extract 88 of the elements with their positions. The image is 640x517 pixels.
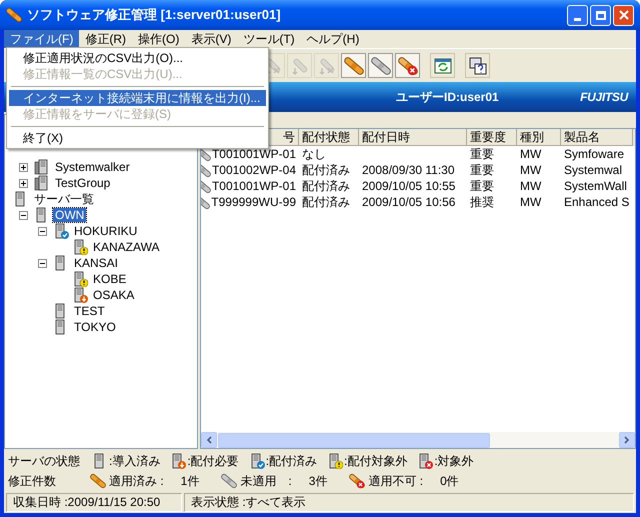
legend-label: :対象外 xyxy=(434,453,474,470)
tree-item[interactable]: OSAKA xyxy=(91,288,136,302)
toolbar-button[interactable] xyxy=(341,53,366,78)
column-header[interactable]: 重要度 xyxy=(467,129,517,146)
patch-count-label: 未適用 : xyxy=(240,473,292,490)
collapse-icon[interactable] xyxy=(38,226,47,236)
table-cell-text: MW xyxy=(520,146,542,163)
table-cell-text: 2009/10/05 10:56 xyxy=(362,194,456,211)
horizontal-scrollbar[interactable] xyxy=(201,432,635,448)
table-cell-text: 重要 xyxy=(470,178,494,195)
collapse-icon[interactable] xyxy=(19,210,28,220)
tree-item[interactable]: TOKYO xyxy=(72,320,118,334)
help-icon xyxy=(468,56,488,76)
patch-count-label: 適用済み : xyxy=(109,473,164,490)
bandage-icon xyxy=(398,56,418,76)
table-cell-text: 重要 xyxy=(470,146,494,163)
toolbar-button[interactable] xyxy=(465,53,490,78)
table-cell-text: T001001WP-01 xyxy=(212,146,296,163)
patch-count: 0件 xyxy=(440,473,459,490)
menu-bar-item[interactable]: ファイル(F) xyxy=(4,30,80,48)
table-cell-text: なし xyxy=(302,146,326,163)
table-cell-text: MW xyxy=(520,162,542,179)
table-cell-text: Systemwal xyxy=(564,162,622,179)
expand-icon[interactable] xyxy=(19,178,28,188)
patch-count: 3件 xyxy=(308,473,328,490)
legend-title: サーバの状態 xyxy=(8,453,80,470)
table-cell-text: MW xyxy=(520,178,542,195)
bandage-icon xyxy=(344,56,364,76)
menu-item[interactable]: 終了(X) xyxy=(9,130,266,146)
toolbar-button[interactable] xyxy=(395,53,420,78)
brand-logo: FUJITSU xyxy=(580,89,628,106)
tree-item[interactable]: Systemwalker xyxy=(53,160,132,174)
table-cell-text: 配付済み xyxy=(302,194,350,211)
tree-item[interactable]: KOBE xyxy=(91,272,128,286)
column-header[interactable]: 製品名 xyxy=(561,129,633,146)
tree-item[interactable]: TestGroup xyxy=(53,176,112,190)
minimize-button[interactable] xyxy=(567,4,588,26)
table-cell-text: MW xyxy=(520,194,542,211)
close-icon xyxy=(618,10,628,20)
tree-item[interactable]: HOKURIKU xyxy=(72,224,140,238)
table-cell-text: T999999WU-99 xyxy=(211,194,296,211)
column-header[interactable]: 配付日時 xyxy=(359,129,467,146)
close-button[interactable] xyxy=(613,4,634,26)
table-cell-text: T001001WP-01 xyxy=(212,178,296,195)
user-id-label: ユーザーID:user01 xyxy=(396,89,499,106)
table-cell-text: Symfoware xyxy=(564,146,624,163)
menu-item[interactable]: インターネット接続端末用に情報を出力(I)... xyxy=(9,90,266,106)
table-cell-text: SystemWall xyxy=(564,178,627,195)
collapse-icon[interactable] xyxy=(38,258,47,268)
column-header[interactable]: 種別 xyxy=(517,129,561,146)
scroll-right-button[interactable] xyxy=(619,432,635,448)
legend-label: :導入済み xyxy=(109,453,160,470)
menu-bar-item[interactable]: ツール(T) xyxy=(237,30,301,48)
expand-icon[interactable] xyxy=(19,162,28,172)
table-cell-text: Enhanced S xyxy=(564,194,630,211)
table-cell-text: 重要 xyxy=(470,162,494,179)
tree-item[interactable]: TEST xyxy=(72,304,107,318)
legend-label: :配付対象外 xyxy=(344,453,408,470)
menu-bar-item[interactable]: ヘルプ(H) xyxy=(300,30,366,48)
column-header[interactable]: 配付状態 xyxy=(299,129,359,146)
window-title: ソフトウェア修正管理 [1:server01:user01] xyxy=(27,6,281,24)
patch-count-title: 修正件数 xyxy=(8,473,57,490)
menu-bar-item[interactable]: 修正(R) xyxy=(79,30,132,48)
table-cell-text: T001002WP-04 xyxy=(212,162,296,179)
tree-item[interactable]: KANAZAWA xyxy=(91,240,162,254)
patch-count: 1件 xyxy=(180,473,200,490)
scroll-thumb[interactable] xyxy=(218,432,490,448)
table-cell-text: 配付済み xyxy=(302,178,350,195)
table-cell-text: 2008/09/30 11:30 xyxy=(362,162,455,179)
legend-label: :配付必要 xyxy=(187,453,239,470)
patch-count-label: 適用不可 : xyxy=(368,473,424,490)
menu-bar-item[interactable]: 操作(O) xyxy=(132,30,186,48)
bandage-icon xyxy=(370,56,390,76)
status-bar-field: 表示状態 :すべて表示 xyxy=(184,492,634,512)
scroll-left-button[interactable] xyxy=(201,432,217,448)
refresh-icon xyxy=(432,56,452,76)
status-bar-field: 収集日時 :2009/11/15 20:50 xyxy=(6,492,182,512)
legend-label: :配付済み xyxy=(266,453,318,470)
table-cell-text: 配付済み xyxy=(302,162,350,179)
menu-bar-item[interactable]: 表示(V) xyxy=(185,30,238,48)
tree-item[interactable]: KANSAI xyxy=(72,256,120,270)
tree-item[interactable]: サーバ一覧 xyxy=(32,192,96,206)
toolbar-button[interactable] xyxy=(430,53,455,78)
maximize-button[interactable] xyxy=(590,4,611,26)
table-cell-text: 2009/10/05 10:55 xyxy=(362,178,456,195)
table-cell-text: 推奨 xyxy=(470,194,494,211)
menu-item[interactable]: 修正適用状況のCSV出力(O)... xyxy=(9,50,266,66)
tree-item[interactable]: OWN xyxy=(53,208,86,222)
